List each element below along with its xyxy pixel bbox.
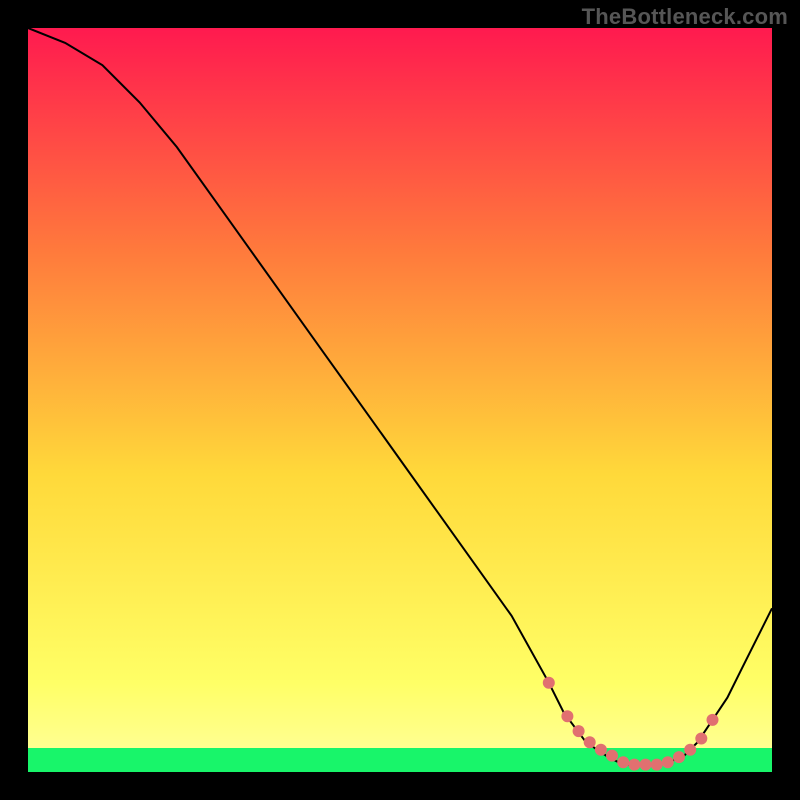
- highlight-point: [617, 756, 629, 768]
- watermark: TheBottleneck.com: [582, 4, 788, 30]
- highlight-point: [573, 725, 585, 737]
- highlight-point: [584, 736, 596, 748]
- highlight-point: [707, 714, 719, 726]
- highlight-point: [561, 710, 573, 722]
- highlight-point: [684, 744, 696, 756]
- plot-area: [28, 28, 772, 772]
- highlight-point: [651, 759, 663, 771]
- highlight-point: [595, 744, 607, 756]
- highlight-point: [695, 733, 707, 745]
- highlight-point: [606, 750, 618, 762]
- highlight-point: [628, 759, 640, 771]
- gradient-background: [28, 28, 772, 772]
- highlight-point: [673, 751, 685, 763]
- chart-container: TheBottleneck.com: [0, 0, 800, 800]
- highlight-point: [640, 759, 652, 771]
- chart-svg: [28, 28, 772, 772]
- highlight-point: [662, 756, 674, 768]
- highlight-point: [543, 677, 555, 689]
